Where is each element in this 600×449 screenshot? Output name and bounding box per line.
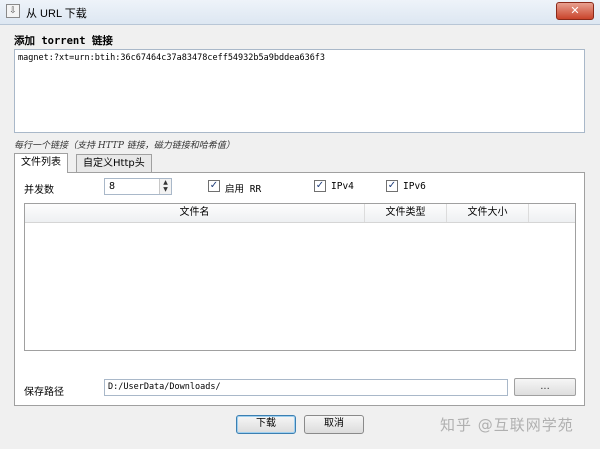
dialog-body: 添加 torrent 链接 magnet:?xt=urn:btih:36c674… <box>0 25 600 449</box>
concurrency-label: 并发数 <box>24 185 54 196</box>
ipv6-label: IPv6 <box>403 181 426 192</box>
window-title: 从 URL 下载 <box>26 8 87 20</box>
ipv4-checkbox[interactable]: ✓ <box>314 180 326 192</box>
close-button[interactable]: ✕ <box>556 2 594 20</box>
links-hint: 每行一个链接（支持 HTTP 链接，磁力链接和哈希值） <box>14 141 235 151</box>
ipv4-label: IPv4 <box>331 181 354 192</box>
download-app-icon: ⇩ <box>6 4 20 18</box>
enable-rr-label: 启用 RR <box>225 184 262 195</box>
download-button[interactable]: 下载 <box>236 415 296 434</box>
save-path-label: 保存路径 <box>24 387 64 398</box>
column-header-filetype[interactable]: 文件类型 <box>365 204 447 222</box>
concurrency-value: 8 <box>109 181 116 192</box>
concurrency-spinbox[interactable]: 8 ▲ ▼ <box>104 178 172 195</box>
file-table[interactable]: 文件名 文件类型 文件大小 <box>24 203 576 351</box>
file-table-header: 文件名 文件类型 文件大小 <box>25 204 575 223</box>
column-header-filesize[interactable]: 文件大小 <box>447 204 529 222</box>
torrent-section-title: 添加 torrent 链接 <box>14 35 113 47</box>
tab-file-list[interactable]: 文件列表 <box>14 153 68 173</box>
spin-arrows-icon[interactable]: ▲ ▼ <box>159 179 171 194</box>
magnet-links-textarea[interactable]: magnet:?xt=urn:btih:36c67464c37a83478cef… <box>14 49 585 133</box>
file-list-panel: 并发数 8 ▲ ▼ ✓ 启用 RR ✓ IPv4 ✓ IPv6 文件名 文件类型 … <box>14 172 585 406</box>
enable-rr-checkbox[interactable]: ✓ <box>208 180 220 192</box>
browse-button[interactable]: ... <box>514 378 576 396</box>
save-path-input[interactable]: D:/UserData/Downloads/ <box>104 379 508 396</box>
column-header-filename[interactable]: 文件名 <box>25 204 365 222</box>
watermark-text: 知乎 @互联网学苑 <box>440 416 574 434</box>
ipv6-checkbox[interactable]: ✓ <box>386 180 398 192</box>
tab-custom-http-headers[interactable]: 自定义Http头 <box>76 154 152 172</box>
title-bar: ⇩ 从 URL 下载 ✕ <box>0 0 600 25</box>
cancel-button[interactable]: 取消 <box>304 415 364 434</box>
